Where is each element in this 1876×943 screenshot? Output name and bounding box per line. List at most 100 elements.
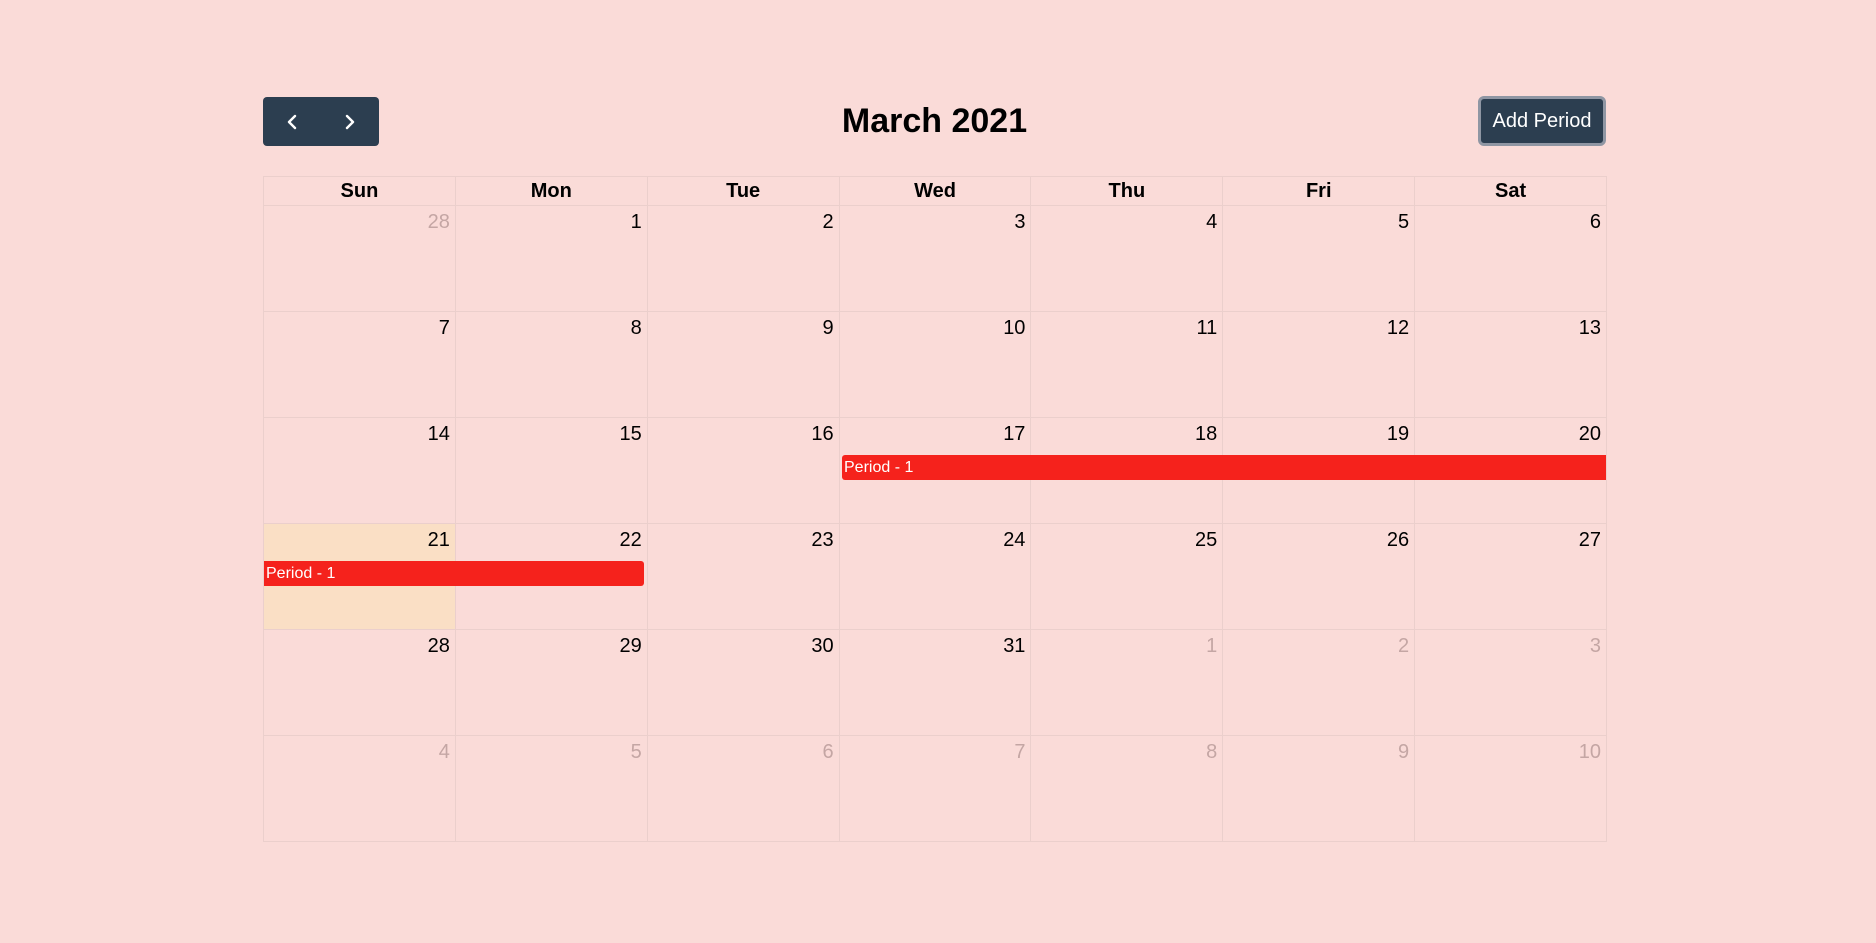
day-number: 2	[822, 211, 834, 233]
day-number: 14	[427, 423, 450, 445]
day-number: 10	[1003, 317, 1026, 339]
day-cell[interactable]: 1	[455, 206, 648, 312]
day-number: 26	[1386, 529, 1410, 551]
week-row: 4 5 6 7 8 9 10	[264, 736, 1608, 842]
day-cell[interactable]: 27	[1415, 524, 1608, 630]
prev-month-button[interactable]	[263, 97, 321, 146]
weekday-sun: Sun	[264, 177, 456, 206]
day-number: 15	[619, 423, 642, 445]
day-number: 10	[1578, 741, 1602, 763]
day-number: 13	[1578, 317, 1602, 339]
day-number: 8	[630, 317, 642, 339]
day-number: 22	[619, 529, 642, 551]
day-number: 6	[1589, 211, 1602, 233]
day-cell[interactable]: 3	[1415, 630, 1608, 736]
calendar-toolbar: March 2021 Add Period	[263, 96, 1606, 148]
day-number: 27	[1578, 529, 1602, 551]
day-number: 5	[1398, 211, 1410, 233]
day-cell[interactable]: 6	[647, 736, 840, 842]
day-cell[interactable]: 6	[1415, 206, 1608, 312]
day-number: 11	[1196, 317, 1218, 339]
day-number: 1	[1206, 635, 1218, 657]
day-cell[interactable]: 16	[647, 418, 840, 524]
week-row: 21 22 23 24 25 26 27 Period - 1	[264, 524, 1608, 630]
day-number: 20	[1578, 423, 1602, 445]
weekday-tue: Tue	[647, 177, 840, 206]
day-number: 21	[427, 529, 450, 551]
add-period-button[interactable]: Add Period	[1478, 96, 1606, 146]
weekday-mon: Mon	[455, 177, 648, 206]
day-cell[interactable]: 9	[1223, 736, 1416, 842]
day-number: 23	[811, 529, 834, 551]
day-number: 9	[1398, 741, 1410, 763]
day-cell[interactable]: 28	[264, 630, 456, 736]
day-cell[interactable]: 7	[264, 312, 456, 418]
day-cell[interactable]: 2	[647, 206, 840, 312]
day-number: 28	[427, 211, 450, 233]
week-row: 14 15 16 17 18 19 20 Period - 1	[264, 418, 1608, 524]
week-row: 28 29 30 31 1 2 3	[264, 630, 1608, 736]
day-number: 3	[1589, 635, 1602, 657]
day-cell[interactable]: 12	[1223, 312, 1416, 418]
day-number: 4	[438, 741, 450, 763]
calendar-event[interactable]: Period - 1	[842, 455, 1606, 480]
day-cell[interactable]: 11	[1031, 312, 1224, 418]
day-cell[interactable]: 26	[1223, 524, 1416, 630]
day-cell[interactable]: 4	[1031, 206, 1224, 312]
day-number: 30	[811, 635, 834, 657]
day-cell[interactable]: 8	[1031, 736, 1224, 842]
day-cell[interactable]: 2	[1223, 630, 1416, 736]
day-number: 17	[1003, 423, 1026, 445]
day-cell[interactable]: 8	[455, 312, 648, 418]
day-cell[interactable]: 13	[1415, 312, 1608, 418]
day-cell[interactable]: 10	[839, 312, 1032, 418]
month-grid: Sun Mon Tue Wed Thu Fri Sat 28 1 2 3 4 5…	[263, 176, 1608, 842]
day-number: 6	[822, 741, 834, 763]
day-number: 3	[1014, 211, 1026, 233]
day-cell[interactable]: 9	[647, 312, 840, 418]
week-row: 28 1 2 3 4 5 6	[264, 206, 1608, 312]
weekday-header: Sun Mon Tue Wed Thu Fri Sat	[264, 177, 1608, 206]
weekday-fri: Fri	[1223, 177, 1416, 206]
day-cell[interactable]: 29	[455, 630, 648, 736]
week-row: 7 8 9 10 11 12 13	[264, 312, 1608, 418]
day-cell[interactable]: 14	[264, 418, 456, 524]
day-cell[interactable]: 5	[1223, 206, 1416, 312]
day-cell[interactable]: 15	[455, 418, 648, 524]
day-number: 5	[630, 741, 642, 763]
day-cell[interactable]: 7	[839, 736, 1032, 842]
day-number: 29	[619, 635, 642, 657]
day-cell[interactable]: 3	[839, 206, 1032, 312]
day-number: 7	[438, 317, 450, 339]
day-number: 24	[1003, 529, 1026, 551]
chevron-right-icon	[345, 114, 355, 129]
day-cell[interactable]: 30	[647, 630, 840, 736]
nav-button-group	[263, 97, 379, 146]
day-cell[interactable]: 25	[1031, 524, 1224, 630]
day-number: 16	[811, 423, 834, 445]
day-number: 8	[1206, 741, 1218, 763]
day-number: 7	[1014, 741, 1026, 763]
day-cell[interactable]: 23	[647, 524, 840, 630]
day-number: 4	[1206, 211, 1218, 233]
chevron-left-icon	[287, 114, 297, 129]
day-cell[interactable]: 31	[839, 630, 1032, 736]
day-number: 2	[1398, 635, 1410, 657]
month-title: March 2021	[841, 102, 1028, 140]
day-cell[interactable]: 1	[1031, 630, 1224, 736]
next-month-button[interactable]	[321, 97, 379, 146]
day-number: 31	[1003, 635, 1026, 657]
day-number: 19	[1386, 423, 1410, 445]
day-number: 9	[822, 317, 834, 339]
day-cell[interactable]: 28	[264, 206, 456, 312]
day-cell[interactable]: 10	[1415, 736, 1608, 842]
day-cell[interactable]: 5	[455, 736, 648, 842]
weekday-wed: Wed	[839, 177, 1032, 206]
day-number: 1	[630, 211, 642, 233]
calendar-app: March 2021 Add Period Sun Mon Tue Wed Th…	[263, 96, 1608, 842]
weekday-thu: Thu	[1031, 177, 1224, 206]
day-cell[interactable]: 4	[264, 736, 456, 842]
day-cell[interactable]: 24	[839, 524, 1032, 630]
calendar-event[interactable]: Period - 1	[264, 561, 644, 586]
day-number: 18	[1195, 423, 1218, 445]
